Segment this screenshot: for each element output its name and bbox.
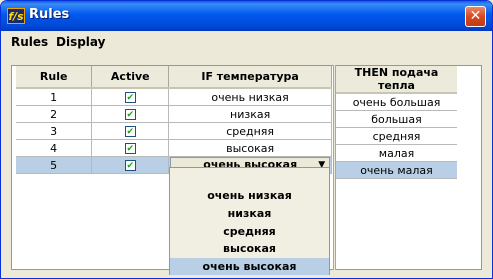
combobox-dropdown-list: очень низкая низкая средняя высокая очен… [169, 167, 330, 275]
active-checkbox[interactable]: ✔ [124, 92, 136, 103]
column-header-active[interactable]: Active [91, 66, 170, 89]
table-row[interactable]: средняя [336, 127, 457, 145]
dropdown-option[interactable]: высокая [170, 240, 329, 257]
active-checkbox[interactable]: ✔ [124, 143, 136, 154]
table-row[interactable]: 2 ✔ низкая [16, 105, 332, 123]
rule-number: 2 [16, 105, 93, 123]
then-value[interactable]: очень малая [336, 161, 457, 179]
close-button[interactable]: ✕ [465, 6, 486, 27]
menu-bar: Rules Display [2, 31, 492, 53]
then-value[interactable]: малая [336, 144, 457, 162]
table-row[interactable]: 1 ✔ очень низкая [16, 88, 332, 106]
active-checkbox[interactable]: ✔ [124, 160, 136, 171]
if-value[interactable]: очень низкая [168, 88, 332, 106]
table-row[interactable]: 4 ✔ высокая [16, 139, 332, 157]
rule-number: 5 [16, 156, 93, 174]
if-value[interactable]: средняя [168, 122, 332, 140]
menu-display[interactable]: Display [56, 35, 105, 49]
dropdown-option-selected[interactable]: очень высокая [170, 258, 329, 275]
rules-window: f/s Rules ✕ Rules Display Rule Active IF… [0, 0, 493, 279]
then-value[interactable]: большая [336, 110, 457, 128]
table-row[interactable]: малая [336, 144, 457, 162]
if-value[interactable]: высокая [168, 139, 332, 157]
table-row-selected[interactable]: очень малая [336, 161, 457, 179]
rule-number: 3 [16, 122, 93, 140]
window-title: Rules [29, 7, 70, 22]
dropdown-option[interactable]: средняя [170, 223, 329, 240]
then-value[interactable]: средняя [336, 127, 457, 145]
column-header-rule[interactable]: Rule [16, 66, 93, 89]
title-bar[interactable]: f/s Rules ✕ [1, 1, 492, 31]
menu-rules[interactable]: Rules [11, 35, 48, 49]
table-row[interactable]: 3 ✔ средняя [16, 122, 332, 140]
then-value[interactable]: очень большая [336, 93, 457, 111]
column-header-if[interactable]: IF температура [168, 66, 332, 89]
active-checkbox[interactable]: ✔ [124, 126, 136, 137]
dropdown-option[interactable]: очень низкая [170, 187, 329, 204]
if-value[interactable]: низкая [168, 105, 332, 123]
then-table: THEN подача тепла очень большая большая … [336, 66, 457, 179]
active-checkbox[interactable]: ✔ [124, 109, 136, 120]
column-header-then[interactable]: THEN подача тепла [336, 66, 457, 94]
dropdown-option[interactable]: низкая [170, 205, 329, 222]
rule-number: 4 [16, 139, 93, 157]
rules-table: Rule Active IF температура 1 ✔ очень низ… [16, 66, 332, 174]
table-row[interactable]: большая [336, 110, 457, 128]
table-row[interactable]: очень большая [336, 93, 457, 111]
app-logo-icon: f/s [7, 8, 25, 24]
rule-number: 1 [16, 88, 93, 106]
